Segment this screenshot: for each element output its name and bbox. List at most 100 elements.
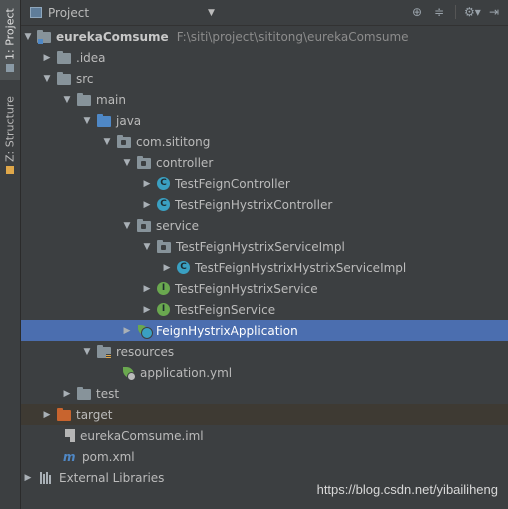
root-module-path: F:\siti\project\sititong\eurekaComsume xyxy=(176,29,409,44)
controller-package-label: controller xyxy=(156,155,214,170)
interface-label: TestFeignHystrixService xyxy=(175,281,318,296)
class-label: TestFeignHystrixController xyxy=(175,197,333,212)
collapsed-arrow-icon[interactable]: ▶ xyxy=(122,326,132,336)
collapsed-arrow-icon[interactable]: ▶ xyxy=(162,263,172,273)
tree-node-target[interactable]: ▶ target xyxy=(21,404,508,425)
impl-package-label: TestFeignHystrixServiceImpl xyxy=(176,239,345,254)
class-label: TestFeignHystrixHystrixServiceImpl xyxy=(195,260,407,275)
collapsed-arrow-icon[interactable]: ▶ xyxy=(42,410,52,420)
collapse-all-icon[interactable]: ≑ xyxy=(431,3,447,21)
tree-node-class[interactable]: ▶ C TestFeignHystrixHystrixServiceImpl xyxy=(21,257,508,278)
yml-file-label: application.yml xyxy=(140,365,233,380)
tool-window-strip: 1: Project Z: Structure xyxy=(0,0,21,509)
tree-node-main[interactable]: ▼ main xyxy=(21,89,508,110)
watermark: https://blog.csdn.net/yibailiheng xyxy=(316,482,498,497)
collapsed-arrow-icon[interactable]: ▶ xyxy=(42,53,52,63)
expanded-arrow-icon[interactable]: ▼ xyxy=(42,74,52,84)
collapsed-arrow-icon[interactable]: ▶ xyxy=(142,305,152,315)
tree-node-impl-package[interactable]: ▼ TestFeignHystrixServiceImpl xyxy=(21,236,508,257)
expanded-arrow-icon[interactable]: ▼ xyxy=(122,221,132,231)
structure-tool-tab[interactable]: Z: Structure xyxy=(0,94,20,176)
project-view-icon xyxy=(30,7,42,18)
tree-node-app-class-selected[interactable]: ▶ FeignHystrixApplication xyxy=(21,320,508,341)
collapsed-arrow-icon[interactable]: ▶ xyxy=(142,200,152,210)
tree-node-class[interactable]: ▶ C TestFeignHystrixController xyxy=(21,194,508,215)
view-title: Project xyxy=(48,5,90,20)
collapsed-arrow-icon[interactable]: ▶ xyxy=(142,284,152,294)
tree-node-yml[interactable]: application.yml xyxy=(21,362,508,383)
module-file-icon xyxy=(65,429,75,442)
maven-icon: m xyxy=(63,449,76,464)
class-icon: C xyxy=(157,198,170,211)
hide-icon[interactable]: ⇥ xyxy=(486,3,502,21)
source-folder-icon xyxy=(97,113,111,127)
java-folder-label: java xyxy=(116,113,142,128)
structure-tab-label: Z: Structure xyxy=(3,96,17,162)
expanded-arrow-icon[interactable]: ▼ xyxy=(142,242,152,252)
package-icon xyxy=(137,218,151,232)
expanded-arrow-icon[interactable]: ▼ xyxy=(23,32,33,42)
header-toolbar: ⊕ ≑ ⚙▾ ⇥ xyxy=(409,3,502,21)
expanded-arrow-icon[interactable]: ▼ xyxy=(82,347,92,357)
toolbar-divider xyxy=(455,5,456,19)
collapsed-arrow-icon[interactable]: ▶ xyxy=(142,179,152,189)
package-icon xyxy=(157,239,171,253)
resources-folder-icon xyxy=(97,344,111,358)
package-icon xyxy=(117,134,131,148)
tree-node-resources[interactable]: ▼ resources xyxy=(21,341,508,362)
iml-file-label: eurekaComsume.iml xyxy=(80,428,204,443)
collapsed-arrow-icon[interactable]: ▶ xyxy=(62,389,72,399)
folder-icon xyxy=(77,92,91,106)
excluded-folder-icon xyxy=(57,407,71,421)
tree-node-idea[interactable]: ▶ .idea xyxy=(21,47,508,68)
tree-node-service[interactable]: ▼ service xyxy=(21,215,508,236)
expanded-arrow-icon[interactable]: ▼ xyxy=(62,95,72,105)
spring-boot-class-icon xyxy=(137,324,153,339)
package-icon xyxy=(137,155,151,169)
class-icon: C xyxy=(177,261,190,274)
tree-node-controller[interactable]: ▼ controller xyxy=(21,152,508,173)
tree-node-root[interactable]: ▼ eurekaComsume F:\siti\project\sititong… xyxy=(21,26,508,47)
service-package-label: service xyxy=(156,218,199,233)
project-panel-header: Project ▼ ⊕ ≑ ⚙▾ ⇥ xyxy=(21,0,508,26)
tree-node-interface[interactable]: ▶ I TestFeignHystrixService xyxy=(21,278,508,299)
class-label: TestFeignController xyxy=(175,176,290,191)
tree-node-interface[interactable]: ▶ I TestFeignService xyxy=(21,299,508,320)
tree-node-package[interactable]: ▼ com.sititong xyxy=(21,131,508,152)
libraries-icon xyxy=(40,471,54,484)
tree-node-pom[interactable]: m pom.xml xyxy=(21,446,508,467)
folder-icon xyxy=(57,50,71,64)
src-folder-label: src xyxy=(76,71,94,86)
app-class-label: FeignHystrixApplication xyxy=(156,323,298,338)
tree-node-test[interactable]: ▶ test xyxy=(21,383,508,404)
spring-config-file-icon xyxy=(121,366,136,381)
interface-icon: I xyxy=(157,303,170,316)
tree-node-class[interactable]: ▶ C TestFeignController xyxy=(21,173,508,194)
target-icon[interactable]: ⊕ xyxy=(409,3,425,21)
tree-node-java[interactable]: ▼ java xyxy=(21,110,508,131)
project-tree: ▼ eurekaComsume F:\siti\project\sititong… xyxy=(21,26,508,509)
expanded-arrow-icon[interactable]: ▼ xyxy=(122,158,132,168)
collapsed-arrow-icon[interactable]: ▶ xyxy=(23,473,33,483)
target-folder-label: target xyxy=(76,407,113,422)
tree-node-iml[interactable]: eurekaComsume.iml xyxy=(21,425,508,446)
resources-folder-label: resources xyxy=(116,344,175,359)
external-libraries-label: External Libraries xyxy=(59,470,165,485)
main-folder-label: main xyxy=(96,92,126,107)
project-tool-tab[interactable]: 1: Project xyxy=(0,0,20,80)
pom-file-label: pom.xml xyxy=(82,449,135,464)
expanded-arrow-icon[interactable]: ▼ xyxy=(102,137,112,147)
class-icon: C xyxy=(157,177,170,190)
test-folder-label: test xyxy=(96,386,120,401)
view-selector[interactable]: Project xyxy=(48,6,188,20)
gear-icon[interactable]: ⚙▾ xyxy=(464,3,481,21)
root-module-label: eurekaComsume xyxy=(56,29,169,44)
expanded-arrow-icon[interactable]: ▼ xyxy=(82,116,92,126)
folder-icon xyxy=(57,71,71,85)
interface-label: TestFeignService xyxy=(175,302,276,317)
folder-icon xyxy=(77,386,91,400)
module-folder-icon xyxy=(37,29,51,44)
view-dropdown-icon[interactable]: ▼ xyxy=(208,8,215,18)
idea-folder-label: .idea xyxy=(76,50,106,65)
tree-node-src[interactable]: ▼ src xyxy=(21,68,508,89)
